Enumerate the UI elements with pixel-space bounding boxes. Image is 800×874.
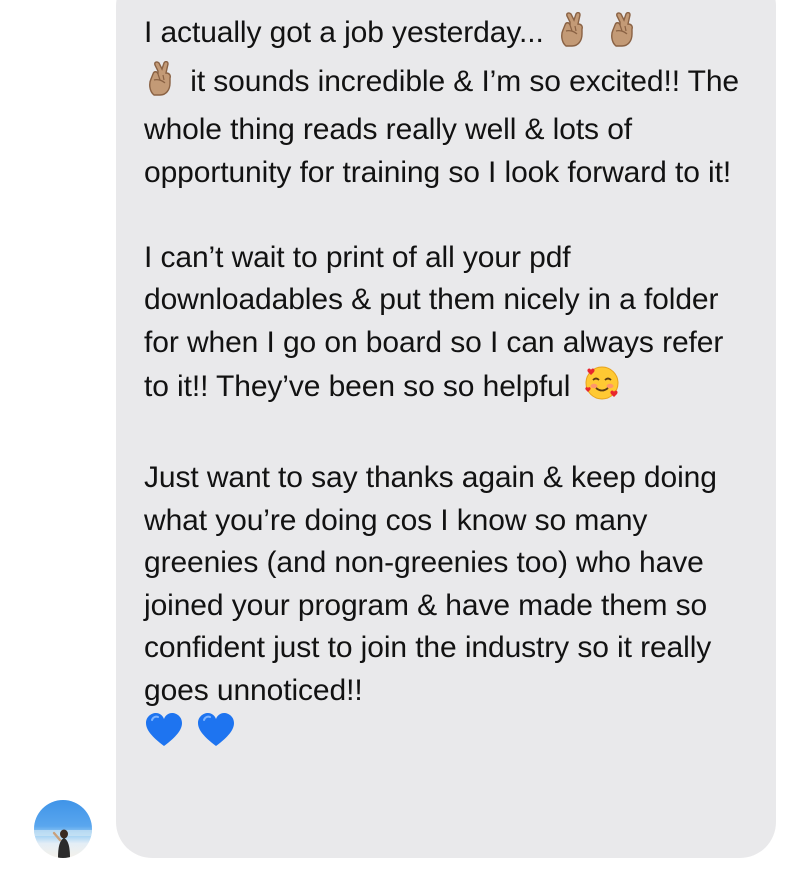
message-line: I can’t wait to print of all your pdf do… xyxy=(144,240,724,404)
message-thread: I actually got a job yesterday... it sou… xyxy=(0,0,800,874)
received-message-bubble[interactable]: I actually got a job yesterday... it sou… xyxy=(116,0,776,858)
sender-avatar-photo-icon xyxy=(34,829,92,858)
crossed-fingers-icon xyxy=(556,11,590,61)
message-paragraph-3: Just want to say thanks again & keep doi… xyxy=(144,457,754,761)
sender-avatar[interactable] xyxy=(34,800,92,858)
blue-heart-icon xyxy=(144,712,184,761)
crossed-fingers-icon xyxy=(606,11,640,61)
message-line: I actually got a job yesterday... xyxy=(144,16,544,49)
message-line: Just want to say thanks again & keep doi… xyxy=(144,461,717,707)
message-text: I actually got a job yesterday... it sou… xyxy=(144,11,754,761)
message-paragraph-1: I actually got a job yesterday... it sou… xyxy=(144,11,754,194)
crossed-fingers-icon xyxy=(144,60,178,110)
message-paragraph-2: I can’t wait to print of all your pdf do… xyxy=(144,237,754,415)
smiling-face-with-hearts-icon xyxy=(583,364,621,415)
message-line: it sounds incredible & I’m so xyxy=(190,64,561,98)
blue-heart-icon xyxy=(196,712,236,761)
